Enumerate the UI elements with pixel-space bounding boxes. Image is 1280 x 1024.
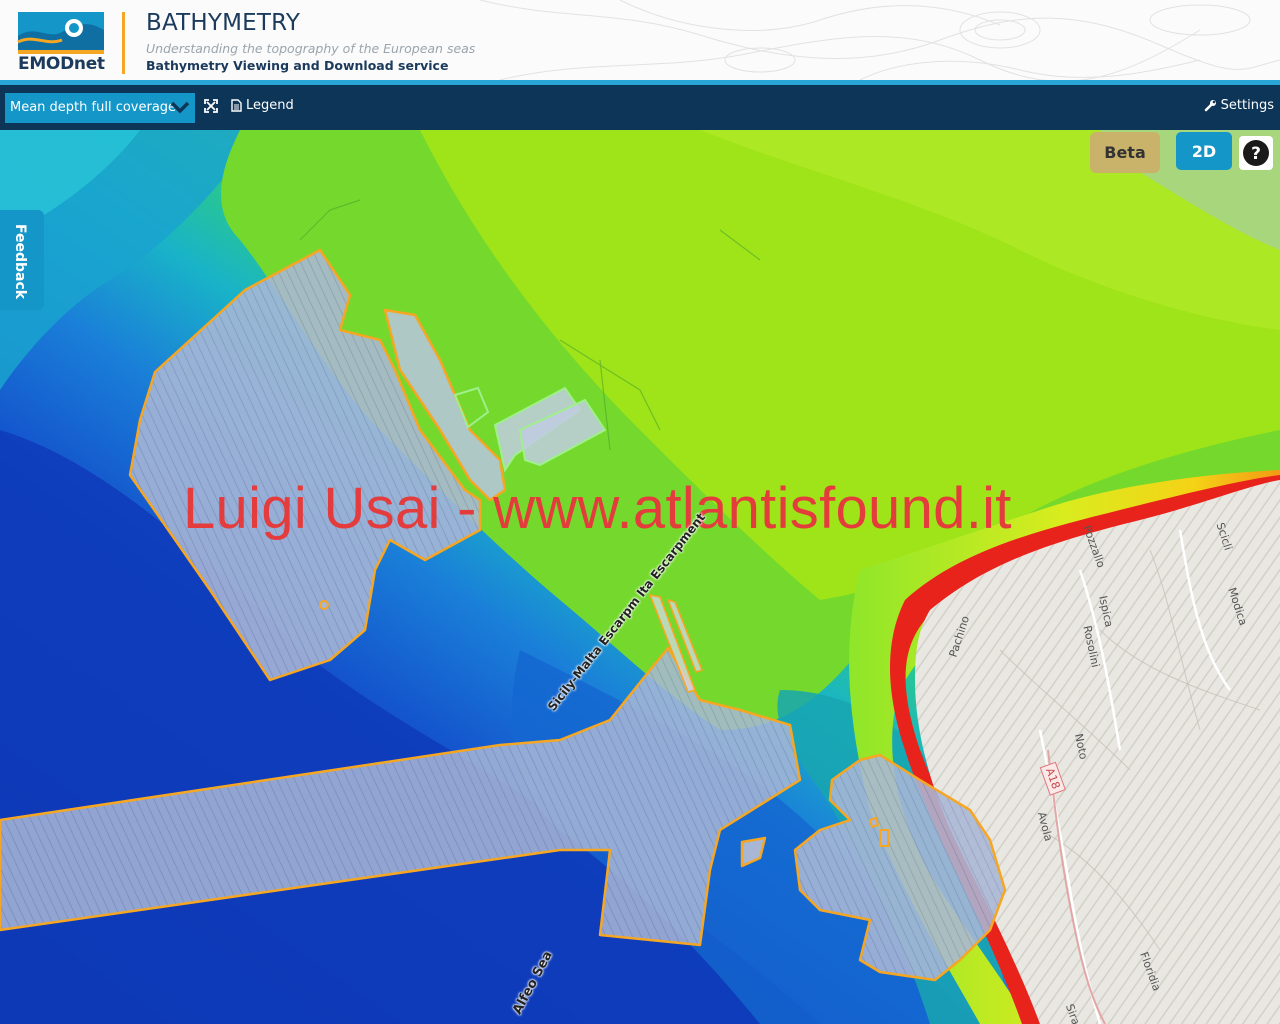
- layer-select[interactable]: Mean depth full coverage: [5, 93, 195, 123]
- help-icon: ?: [1243, 140, 1269, 166]
- service-name: Bathymetry Viewing and Download service: [146, 58, 449, 73]
- page-subtitle: Understanding the topography of the Euro…: [146, 41, 476, 56]
- layer-select-value: Mean depth full coverage: [10, 100, 177, 115]
- wrench-icon: [1204, 100, 1216, 112]
- feedback-label: Feedback: [12, 224, 28, 300]
- logo-text: EMODnet: [18, 54, 105, 74]
- app-header: EMODnet BATHYMETRY Understanding the top…: [0, 0, 1280, 80]
- toolbar: Mean depth full coverage Legend Settings: [0, 85, 1280, 130]
- bathymetry-map: [0, 130, 1280, 1024]
- page-title: BATHYMETRY: [146, 10, 301, 36]
- beta-button[interactable]: Beta: [1090, 132, 1160, 173]
- header-divider: [122, 12, 125, 74]
- document-icon: [231, 99, 242, 112]
- chevron-down-icon: [170, 101, 190, 114]
- help-label: ?: [1251, 144, 1261, 164]
- settings-label: Settings: [1220, 98, 1274, 113]
- view-mode-2d-button[interactable]: 2D: [1176, 132, 1232, 170]
- legend-button[interactable]: Legend: [231, 98, 294, 113]
- legend-label: Legend: [246, 98, 294, 113]
- fullscreen-icon[interactable]: [204, 99, 218, 113]
- feedback-tab[interactable]: Feedback: [0, 210, 44, 310]
- watermark-text: Luigi Usai - www.atlantisfound.it: [183, 476, 1012, 541]
- help-button[interactable]: ?: [1239, 136, 1273, 170]
- map-viewport[interactable]: Feedback Beta 2D ? Luigi Usai - www.atla…: [0, 130, 1280, 1024]
- settings-button[interactable]: Settings: [1204, 98, 1274, 113]
